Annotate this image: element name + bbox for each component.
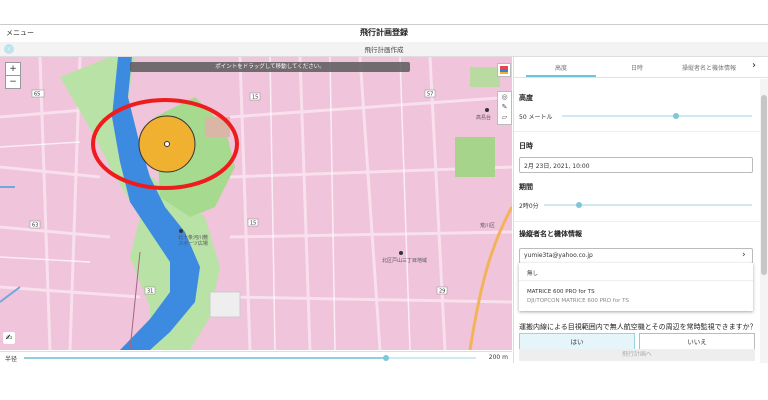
active-tab-indicator — [526, 75, 596, 77]
settings-panel: 高度 日時 操縦者名と機体情報 › 高度 50 メートル 日時 2月 23日, … — [513, 57, 768, 363]
duration-value: 2時0分 — [519, 203, 539, 210]
map-place-label: 北区戸山三丁目地域 — [382, 257, 427, 264]
altitude-value: 50 メートル — [519, 114, 553, 121]
dropdown-option-aircraft[interactable]: MATRICE 600 PRO for TS — [527, 289, 595, 295]
tab-altitude[interactable]: 高度 — [526, 63, 596, 72]
aircraft-dropdown: 無し MATRICE 600 PRO for TS DJI/TOPCON MAT… — [519, 263, 753, 311]
datetime-title: 日時 — [519, 142, 533, 150]
map-canvas[interactable]: 65 15 57 63 15 31 29 北十条河川敷スポーツ広場 北区戸山三丁… — [0, 57, 512, 350]
altitude-slider[interactable] — [562, 113, 752, 119]
chevron-right-icon: › — [742, 250, 746, 260]
page-title: 飛行計画登録 — [360, 28, 408, 37]
route-shield: 57 — [427, 92, 433, 98]
chevron-left-icon[interactable]: ‹ — [4, 44, 14, 54]
duration-title: 期間 — [519, 183, 533, 191]
route-shield: 63 — [32, 223, 38, 229]
map-hint: ポイントをドラッグして移動してください。 — [130, 62, 410, 72]
divider — [514, 221, 760, 222]
duration-slider-thumb[interactable] — [576, 202, 583, 208]
radius-label: 半径 — [5, 356, 18, 363]
sub-header: 飛行計画作成 ‹ — [0, 42, 768, 57]
scrollbar[interactable] — [761, 95, 767, 275]
datetime-field[interactable]: 2月 23日, 2021, 10:00 — [519, 157, 753, 173]
tab-operator[interactable]: 操縦者名と機体情報 — [674, 63, 744, 72]
map-place-label: 高島台 — [476, 114, 491, 121]
edit-icon[interactable]: ✍ — [3, 332, 15, 344]
zoom-out-button[interactable]: − — [5, 75, 21, 89]
map-view[interactable]: 65 15 57 63 15 31 29 北十条河川敷スポーツ広場 北区戸山三丁… — [0, 57, 512, 350]
map-place-label: 荒川区 — [480, 222, 495, 229]
radius-slider-thumb[interactable] — [382, 355, 389, 361]
radius-slider[interactable] — [24, 355, 476, 361]
route-shield: 15 — [250, 221, 256, 227]
dropdown-option-none[interactable]: 無し — [527, 269, 538, 277]
sub-title: 飛行計画作成 — [364, 46, 404, 54]
radius-slider-fill — [24, 357, 386, 359]
operator-select[interactable]: yumie3ta@yahoo.co.jp › — [519, 248, 753, 264]
duration-slider[interactable] — [544, 202, 752, 208]
dropdown-option-aircraft-sub: DJI/TOPCON MATRICE 600 PRO for TS — [527, 298, 629, 304]
app-header: メニュー 飛行計画登録 — [0, 24, 768, 43]
route-shield: 31 — [147, 289, 153, 295]
route-shield: 15 — [252, 95, 258, 101]
zoom-in-button[interactable]: + — [5, 62, 21, 76]
altitude-title: 高度 — [519, 94, 533, 102]
draw-toolbar: ◎ ✎ ▱ — [497, 91, 512, 125]
datetime-value: 2月 23日, 2021, 10:00 — [524, 163, 590, 170]
submit-button[interactable]: 飛行計画へ — [519, 349, 755, 361]
radius-slider-bar: 半径 200 m — [0, 351, 512, 364]
pencil-tool-icon[interactable]: ✎ — [498, 102, 511, 112]
map-place-label: 北十条河川敷スポーツ広場 — [178, 234, 208, 247]
operator-title: 操縦者名と機体情報 — [519, 230, 582, 238]
layers-icon[interactable] — [497, 63, 511, 77]
tab-datetime[interactable]: 日時 — [602, 63, 672, 72]
divider — [514, 131, 760, 132]
route-shield: 29 — [439, 289, 445, 295]
divider — [519, 280, 753, 281]
chevron-right-icon[interactable]: › — [752, 60, 756, 71]
monitoring-question: 運搬内線による目視範囲内で無人航空機とその周辺を常時監視できますか？ — [519, 323, 757, 331]
flight-area-center-handle — [164, 141, 170, 147]
polygon-tool-icon[interactable]: ▱ — [498, 112, 511, 122]
operator-email: yumie3ta@yahoo.co.jp — [524, 252, 593, 259]
route-shield: 65 — [34, 92, 40, 98]
radius-value: 200 m — [488, 354, 508, 361]
altitude-slider-thumb[interactable] — [673, 113, 679, 119]
tab-bar: 高度 日時 操縦者名と機体情報 › — [514, 57, 768, 78]
circle-tool-icon[interactable]: ◎ — [498, 92, 511, 102]
